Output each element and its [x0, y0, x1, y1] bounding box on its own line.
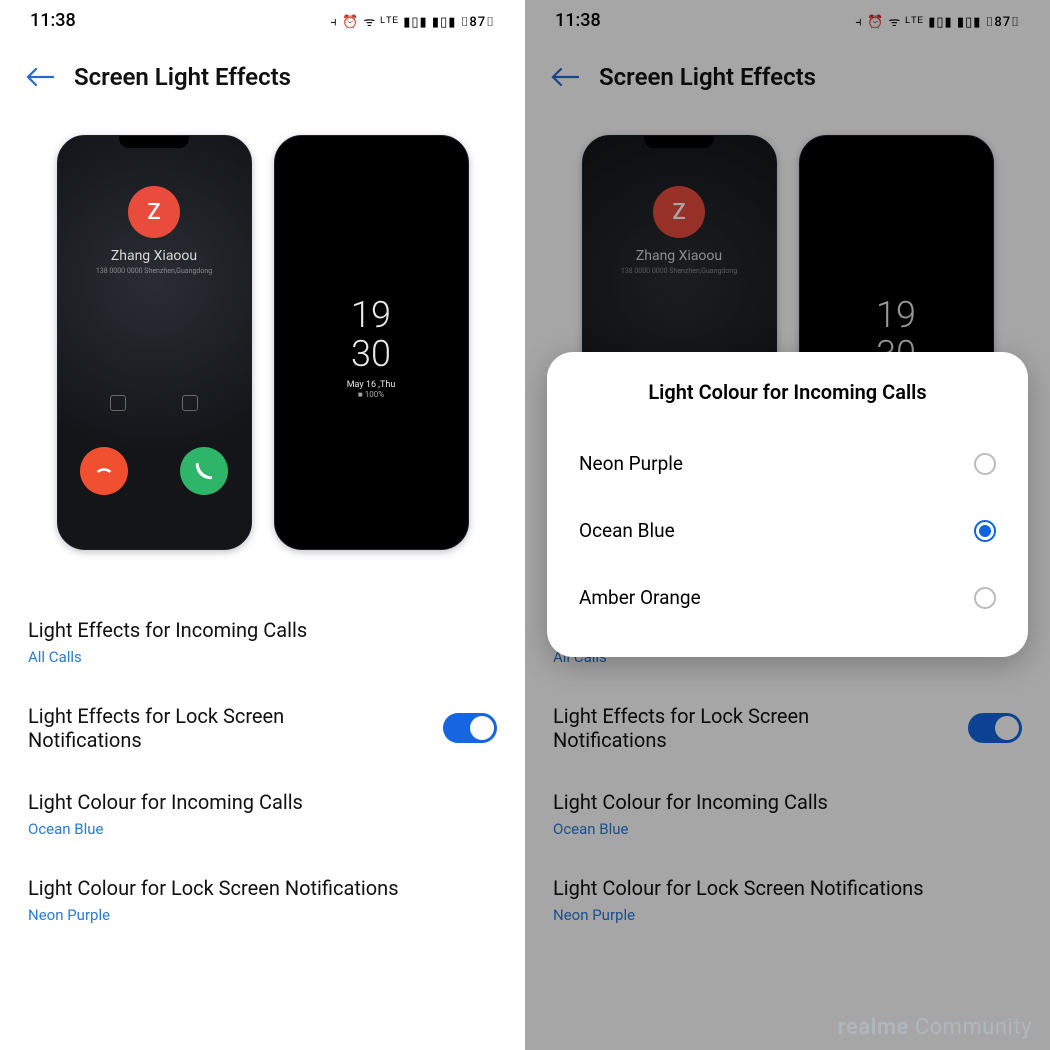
message-icon [182, 395, 198, 411]
watermark: realme Community [838, 1015, 1032, 1040]
colour-dialog: Light Colour for Incoming Calls Neon Pur… [547, 352, 1028, 657]
row-value: All Calls [28, 648, 497, 666]
row-lock-colour[interactable]: Light Colour for Lock Screen Notificatio… [28, 858, 497, 944]
screenshot-left: 11:38 ⫞ ⏰ ᯤ ᴸᵀᴱ ▮▯▮ ▮▯▮ ⌷87⌷ Screen Ligh… [0, 0, 525, 1050]
aod-time-min: 30 [351, 335, 391, 374]
accept-button [180, 447, 228, 495]
caller-avatar: Z [128, 186, 180, 238]
call-small-actions [110, 395, 198, 411]
back-icon[interactable] [26, 68, 54, 86]
row-title: Light Colour for Lock Screen Notificatio… [28, 876, 497, 900]
option-label: Amber Orange [579, 586, 701, 609]
option-label: Ocean Blue [579, 519, 675, 542]
status-time: 11:38 [30, 10, 76, 31]
option-neon-purple[interactable]: Neon Purple [577, 430, 998, 497]
toggle-lock-effects[interactable] [443, 713, 497, 743]
header: Screen Light Effects [0, 37, 525, 111]
row-title: Light Colour for Incoming Calls [28, 790, 497, 814]
preview-row: Z Zhang Xiaoou 138 0000 0000 Shenzhen,Gu… [0, 111, 525, 590]
page-title: Screen Light Effects [74, 63, 291, 91]
status-icons: ⫞ ⏰ ᯤ ᴸᵀᴱ ▮▯▮ ▮▯▮ ⌷87⌷ [330, 12, 495, 30]
aod-time-hour: 19 [351, 296, 391, 335]
status-bar: 11:38 ⫞ ⏰ ᯤ ᴸᵀᴱ ▮▯▮ ▮▯▮ ⌷87⌷ [0, 0, 525, 37]
option-ocean-blue[interactable]: Ocean Blue [577, 497, 998, 564]
radio-icon [974, 587, 996, 609]
row-title: Light Effects for Lock Screen Notificati… [28, 704, 368, 752]
phone-notch [336, 136, 406, 148]
radio-icon [974, 520, 996, 542]
preview-phone-call: Z Zhang Xiaoou 138 0000 0000 Shenzhen,Gu… [57, 135, 252, 550]
decline-button [80, 447, 128, 495]
screenshot-right: 11:38 ⫞ ⏰ ᯤ ᴸᵀᴱ ▮▯▮ ▮▯▮ ⌷87⌷ Screen Ligh… [525, 0, 1050, 1050]
option-amber-orange[interactable]: Amber Orange [577, 564, 998, 631]
row-lock-effects[interactable]: Light Effects for Lock Screen Notificati… [28, 686, 497, 772]
caller-name: Zhang Xiaoou [111, 248, 197, 264]
preview-phone-aod: 19 30 May 16 ,Thu ■ 100% [274, 135, 469, 550]
aod-battery: ■ 100% [358, 390, 384, 399]
row-value: Ocean Blue [28, 820, 497, 838]
row-incoming-effects[interactable]: Light Effects for Incoming Calls All Cal… [28, 600, 497, 686]
settings-list: Light Effects for Incoming Calls All Cal… [0, 590, 525, 954]
watermark-brand: realme [838, 1015, 909, 1040]
aod-time: 19 30 [351, 296, 391, 374]
row-value: Neon Purple [28, 906, 497, 924]
call-content: Z Zhang Xiaoou 138 0000 0000 Shenzhen,Gu… [58, 136, 251, 549]
aod-date: May 16 ,Thu [347, 380, 396, 390]
radio-icon [974, 453, 996, 475]
row-incoming-colour[interactable]: Light Colour for Incoming Calls Ocean Bl… [28, 772, 497, 858]
watermark-text: Community [915, 1015, 1032, 1040]
call-buttons [80, 447, 228, 495]
option-label: Neon Purple [579, 452, 683, 475]
row-title: Light Effects for Incoming Calls [28, 618, 497, 642]
caller-sub: 138 0000 0000 Shenzhen,Guangdong [96, 267, 212, 275]
mute-icon [110, 395, 126, 411]
dialog-title: Light Colour for Incoming Calls [577, 380, 998, 404]
